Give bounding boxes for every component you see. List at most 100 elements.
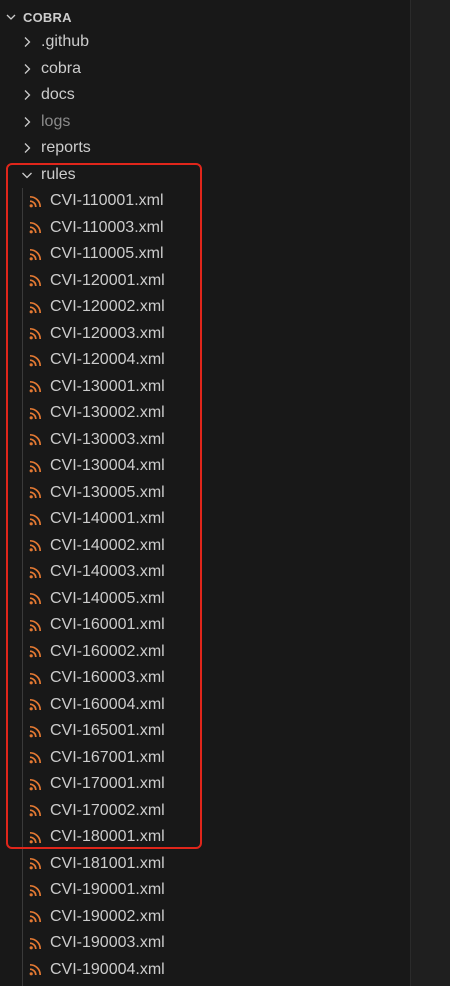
rss-icon	[29, 275, 42, 287]
rss-icon	[29, 195, 42, 208]
file-label: CVI-190002.xml	[50, 907, 165, 925]
chevron-right-icon	[24, 90, 31, 101]
rss-icon	[29, 831, 42, 844]
file-label: CVI-167001.xml	[50, 748, 165, 766]
file-label: CVI-140001.xml	[50, 510, 165, 528]
folder-label: .github	[41, 33, 90, 51]
file-item[interactable]: CVI-190003.xml	[0, 930, 410, 957]
rss-icon	[29, 301, 42, 314]
rss-icon	[29, 566, 42, 579]
rss-icon	[29, 858, 42, 870]
chevron-right-icon	[24, 116, 31, 127]
file-item[interactable]: CVI-140003.xml	[0, 559, 410, 586]
file-item[interactable]: CVI-110003.xml	[0, 215, 410, 242]
editor-area	[411, 0, 450, 986]
file-item[interactable]: CVI-190001.xml	[0, 877, 410, 904]
chevron-down-icon	[6, 14, 16, 20]
file-item[interactable]: CVI-160002.xml	[0, 639, 410, 666]
chevron-right-icon	[24, 63, 31, 74]
file-label: CVI-120001.xml	[50, 271, 165, 289]
rss-icon	[29, 434, 42, 446]
file-label: CVI-130002.xml	[50, 404, 165, 422]
file-label: CVI-120002.xml	[50, 298, 165, 316]
file-label: CVI-130003.xml	[50, 430, 165, 448]
file-item[interactable]: CVI-170001.xml	[0, 771, 410, 798]
section-title: COBRA	[23, 9, 72, 25]
file-item[interactable]: CVI-110001.xml	[0, 188, 410, 215]
rss-icon	[29, 725, 42, 738]
rss-icon	[29, 699, 42, 711]
rss-icon	[29, 937, 42, 950]
file-label: CVI-130004.xml	[50, 457, 165, 475]
rss-icon	[29, 381, 42, 393]
rss-icon	[29, 540, 42, 552]
folder-item[interactable]: logs	[0, 109, 410, 136]
file-item[interactable]: CVI-130001.xml	[0, 374, 410, 401]
file-label: CVI-140002.xml	[50, 536, 165, 554]
file-item[interactable]: CVI-140002.xml	[0, 533, 410, 560]
file-item[interactable]: CVI-190002.xml	[0, 904, 410, 931]
folder-item[interactable]: docs	[0, 82, 410, 109]
file-label: CVI-160002.xml	[50, 642, 165, 660]
file-item[interactable]: CVI-120001.xml	[0, 268, 410, 295]
rss-icon	[29, 911, 42, 923]
file-label: CVI-165001.xml	[50, 722, 165, 740]
explorer-section-header[interactable]: COBRA	[0, 4, 410, 30]
file-label: CVI-110001.xml	[50, 192, 164, 210]
rss-icon	[29, 328, 42, 340]
file-item[interactable]: CVI-140001.xml	[0, 506, 410, 533]
file-item[interactable]: CVI-120003.xml	[0, 321, 410, 348]
folder-label: reports	[41, 139, 91, 157]
folder-item[interactable]: .github	[0, 29, 410, 56]
rss-icon	[29, 222, 42, 234]
rss-icon	[29, 593, 42, 605]
chevron-right-icon	[24, 37, 31, 48]
file-item[interactable]: CVI-160003.xml	[0, 665, 410, 692]
folder-item[interactable]: cobra	[0, 56, 410, 83]
file-item[interactable]: CVI-170002.xml	[0, 798, 410, 825]
file-item[interactable]: CVI-160001.xml	[0, 612, 410, 639]
file-item[interactable]: CVI-130002.xml	[0, 400, 410, 427]
file-label: CVI-170002.xml	[50, 801, 165, 819]
folder-item-rules[interactable]: rules	[0, 162, 410, 189]
file-label: CVI-190004.xml	[50, 960, 165, 978]
file-item[interactable]: CVI-190004.xml	[0, 957, 410, 984]
rss-icon	[29, 884, 42, 897]
file-label: CVI-130001.xml	[50, 377, 165, 395]
rss-icon	[29, 407, 42, 420]
file-label: CVI-181001.xml	[50, 854, 165, 872]
file-item[interactable]: CVI-120004.xml	[0, 347, 410, 374]
folder-label: docs	[41, 86, 75, 104]
rss-icon	[29, 354, 42, 367]
rss-icon	[29, 672, 42, 685]
file-label: CVI-140003.xml	[50, 563, 165, 581]
chevron-right-icon	[24, 143, 31, 154]
file-label: CVI-190003.xml	[50, 934, 165, 952]
file-label: CVI-190001.xml	[50, 881, 165, 899]
file-item[interactable]: CVI-160004.xml	[0, 692, 410, 719]
file-item[interactable]: CVI-165001.xml	[0, 718, 410, 745]
rss-icon	[29, 487, 42, 499]
file-label: CVI-110005.xml	[50, 245, 164, 263]
chevron-down-icon	[22, 172, 32, 179]
rss-icon	[29, 646, 42, 658]
file-item[interactable]: CVI-130004.xml	[0, 453, 410, 480]
file-item[interactable]: CVI-130005.xml	[0, 480, 410, 507]
rss-icon	[29, 964, 42, 976]
folder-item[interactable]: reports	[0, 135, 410, 162]
explorer-panel: COBRA .github cobra docs logs reports rules CV…	[0, 0, 410, 986]
file-item[interactable]: CVI-181001.xml	[0, 851, 410, 878]
file-item[interactable]: CVI-140005.xml	[0, 586, 410, 613]
file-label: CVI-130005.xml	[50, 483, 165, 501]
file-label: CVI-120004.xml	[50, 351, 165, 369]
file-label: CVI-180001.xml	[50, 828, 165, 846]
file-item[interactable]: CVI-167001.xml	[0, 745, 410, 772]
indent-guide	[22, 188, 23, 986]
file-label: CVI-160004.xml	[50, 695, 165, 713]
file-item[interactable]: CVI-180001.xml	[0, 824, 410, 851]
file-item[interactable]: CVI-130003.xml	[0, 427, 410, 454]
file-item[interactable]: CVI-120002.xml	[0, 294, 410, 321]
rss-icon	[29, 752, 42, 764]
file-item[interactable]: CVI-110005.xml	[0, 241, 410, 268]
rss-icon	[29, 248, 42, 261]
